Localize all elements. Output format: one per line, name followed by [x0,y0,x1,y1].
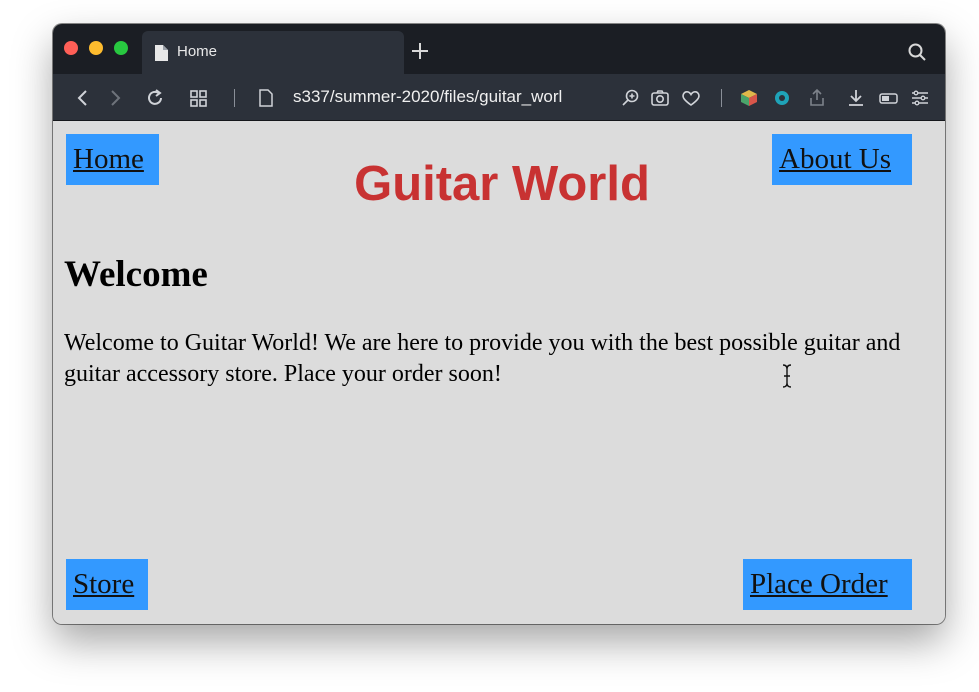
minimize-window-button[interactable] [89,41,103,55]
battery-icon[interactable] [879,88,899,108]
camera-icon[interactable] [650,88,670,108]
plus-icon[interactable] [411,42,429,60]
cube-extension-icon[interactable] [739,88,759,108]
toolbar-divider [234,89,235,107]
heart-icon[interactable] [681,88,701,108]
nav-link-place-order[interactable]: Place Order [743,559,912,610]
tab-bar: Home [53,24,945,74]
welcome-paragraph: Welcome to Guitar World! We are here to … [64,330,901,387]
browser-window: Home s337/summer-2020/files/guitar_worl … [53,24,945,624]
menu-icon[interactable] [910,88,930,108]
close-window-button[interactable] [64,41,78,55]
text-cursor-icon [782,364,792,388]
page-content: Home About Us Guitar World Welcome Welco… [53,121,945,624]
page-heading: Welcome [64,254,208,295]
download-icon[interactable] [846,88,866,108]
page-icon [259,89,273,107]
search-icon[interactable] [908,43,926,61]
share-icon[interactable] [807,88,827,108]
record-extension-icon[interactable] [772,88,792,108]
forward-arrow-icon[interactable] [105,88,125,108]
site-title: Guitar World [354,157,650,211]
zoom-window-button[interactable] [114,41,128,55]
grid-icon[interactable] [189,88,209,108]
nav-link-store[interactable]: Store [66,559,148,610]
address-bar[interactable]: s337/summer-2020/files/guitar_worl [293,87,603,107]
tab-home[interactable]: Home [142,31,404,74]
reload-icon[interactable] [145,88,165,108]
toolbar-divider [721,89,722,107]
tab-title: Home [177,43,218,60]
document-icon [155,45,168,61]
zoom-icon[interactable] [621,88,641,108]
back-arrow-icon[interactable] [73,88,93,108]
browser-toolbar: s337/summer-2020/files/guitar_worl [53,74,945,121]
